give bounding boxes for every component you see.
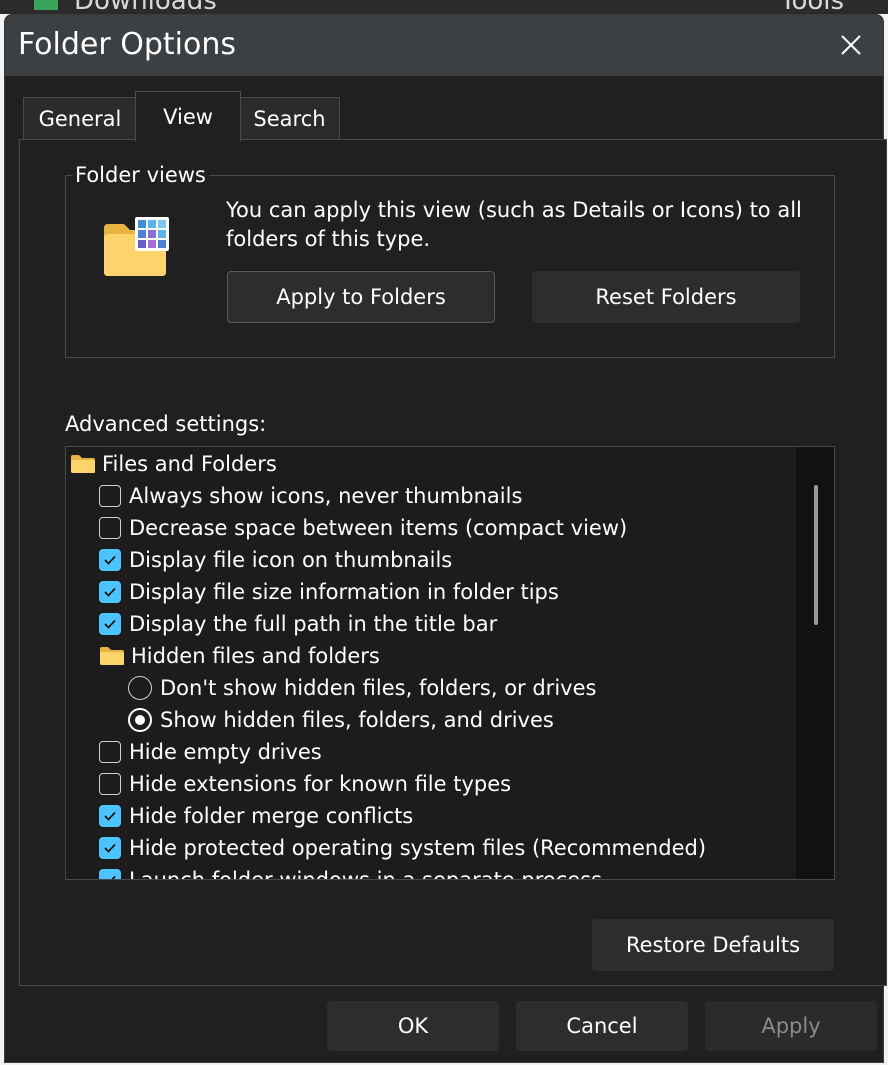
ok-button[interactable]: OK bbox=[327, 1001, 499, 1051]
list-item-label: Display file icon on thumbnails bbox=[129, 548, 453, 572]
list-item: Hidden files and folders bbox=[99, 640, 380, 672]
list-item[interactable]: Display the full path in the title bar bbox=[99, 608, 497, 640]
apply-to-folders-button[interactable]: Apply to Folders bbox=[227, 271, 495, 323]
checkbox[interactable] bbox=[99, 517, 121, 539]
list-item[interactable]: Hide protected operating system files (R… bbox=[99, 832, 706, 864]
checkbox[interactable] bbox=[99, 613, 121, 635]
vertical-scrollbar[interactable] bbox=[796, 447, 834, 879]
window-title: Folder Options bbox=[18, 27, 236, 62]
checkbox[interactable] bbox=[99, 773, 121, 795]
checkbox[interactable] bbox=[99, 837, 121, 859]
tab-view[interactable]: View bbox=[135, 91, 241, 142]
checkmark-icon bbox=[104, 555, 116, 565]
list-item[interactable]: Always show icons, never thumbnails bbox=[99, 480, 522, 512]
checkbox[interactable] bbox=[99, 869, 121, 879]
list-item[interactable]: Hide empty drives bbox=[99, 736, 322, 768]
radio-button[interactable] bbox=[128, 708, 152, 732]
list-item[interactable]: Hide folder merge conflicts bbox=[99, 800, 413, 832]
cancel-button[interactable]: Cancel bbox=[516, 1001, 688, 1051]
checkmark-icon bbox=[104, 587, 116, 597]
list-item-label: Hidden files and folders bbox=[131, 644, 380, 668]
checkmark-icon bbox=[104, 811, 116, 821]
list-item-label: Display the full path in the title bar bbox=[129, 612, 498, 636]
list-item-label: Files and Folders bbox=[102, 452, 277, 476]
background-window-title: Downloads bbox=[74, 0, 217, 14]
checkbox[interactable] bbox=[99, 485, 121, 507]
list-item-label: Hide folder merge conflicts bbox=[129, 804, 414, 828]
list-item-label: Hide protected operating system files (R… bbox=[129, 836, 707, 860]
list-item[interactable]: Hide extensions for known file types bbox=[99, 768, 511, 800]
title-bar[interactable]: Folder Options bbox=[5, 15, 883, 76]
checkbox[interactable] bbox=[99, 741, 121, 763]
close-icon bbox=[841, 35, 861, 55]
list-item-label: Hide empty drives bbox=[129, 740, 322, 764]
background-window-menu: Tools bbox=[780, 0, 844, 14]
folder-icon bbox=[100, 647, 124, 665]
radio-button[interactable] bbox=[128, 676, 152, 700]
list-item: Files and Folders bbox=[70, 448, 277, 480]
list-item[interactable]: Show hidden files, folders, and drives bbox=[128, 704, 554, 736]
background-window: Downloads Tools bbox=[0, 0, 888, 14]
radio-dot bbox=[135, 715, 145, 725]
reset-folders-button[interactable]: Reset Folders bbox=[532, 271, 800, 323]
folder-view-icon bbox=[104, 217, 169, 276]
checkmark-icon bbox=[104, 843, 116, 853]
scrollbar-thumb[interactable] bbox=[814, 485, 818, 625]
folder-icon bbox=[71, 455, 95, 473]
list-item-label: Don't show hidden files, folders, or dri… bbox=[160, 676, 597, 700]
folder-views-label: Folder views bbox=[72, 163, 209, 187]
list-item[interactable]: Decrease space between items (compact vi… bbox=[99, 512, 627, 544]
advanced-settings-tree[interactable]: Files and Folders Always show icons, nev… bbox=[65, 446, 835, 880]
list-item[interactable]: Display file icon on thumbnails bbox=[99, 544, 452, 576]
tab-search[interactable]: Search bbox=[239, 97, 340, 140]
folder-views-description: You can apply this view (such as Details… bbox=[226, 198, 802, 251]
advanced-settings-label: Advanced settings: bbox=[65, 412, 267, 436]
list-item-label: Display file size information in folder … bbox=[129, 580, 559, 604]
list-item[interactable]: Don't show hidden files, folders, or dri… bbox=[128, 672, 596, 704]
checkbox[interactable] bbox=[99, 805, 121, 827]
restore-defaults-button[interactable]: Restore Defaults bbox=[592, 919, 834, 971]
checkmark-icon bbox=[104, 619, 116, 629]
downloads-folder-icon bbox=[34, 0, 58, 10]
close-button[interactable] bbox=[831, 25, 871, 65]
tab-general[interactable]: General bbox=[23, 97, 137, 140]
folder-views-group: Folder views You can apply this view (su… bbox=[65, 163, 835, 358]
list-item[interactable]: Launch folder windows in a separate proc… bbox=[99, 864, 603, 880]
view-tab-panel: Folder views You can apply this view (su… bbox=[19, 139, 887, 986]
folder-options-dialog: Folder Options General View Search Folde… bbox=[4, 14, 887, 1063]
list-item-label: Always show icons, never thumbnails bbox=[129, 484, 523, 508]
list-item[interactable]: Display file size information in folder … bbox=[99, 576, 559, 608]
list-item-label: Hide extensions for known file types bbox=[129, 772, 512, 796]
list-item-label: Decrease space between items (compact vi… bbox=[129, 516, 628, 540]
apply-button[interactable]: Apply bbox=[705, 1001, 877, 1051]
checkbox[interactable] bbox=[99, 581, 121, 603]
list-item-label: Show hidden files, folders, and drives bbox=[160, 708, 554, 732]
list-item-label: Launch folder windows in a separate proc… bbox=[129, 868, 603, 880]
checkbox[interactable] bbox=[99, 549, 121, 571]
checkmark-icon bbox=[111, 875, 116, 879]
